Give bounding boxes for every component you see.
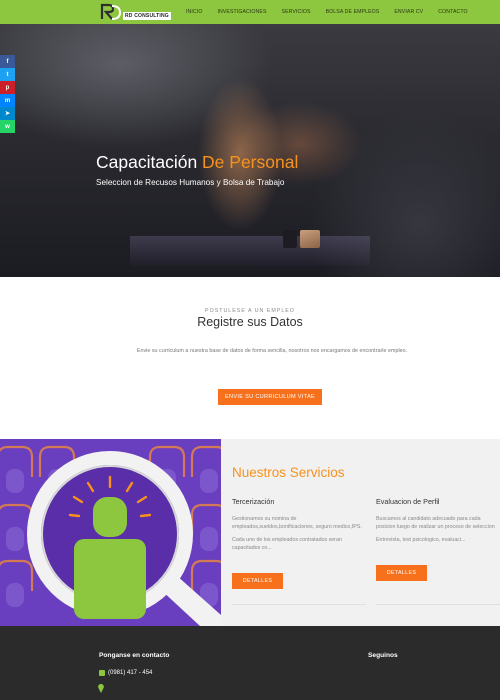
nav-item-servicios[interactable]: SERVICIOS [282,9,311,15]
social-share-bar: f t p m ➤ w [0,55,15,133]
service-text-paragraph: Buscamos al candidato adecuado para cada… [376,516,495,531]
services-title: Nuestros Servicios [232,465,345,480]
service-title: Tercerización [232,497,275,506]
hero-banner: Capacitación De Personal Seleccion de Re… [0,24,500,277]
divider [376,604,500,605]
service-details-button[interactable]: DETALLES [232,573,283,589]
footer-location [98,684,104,693]
hero-block-image [283,230,297,248]
service-text-paragraph: Cada uno de los empleados contratados se… [232,536,342,551]
register-kicker: POSTULESE A UN EMPLEO [205,308,295,314]
location-pin-icon [98,684,104,693]
facebook-icon[interactable]: f [0,55,15,68]
messenger-icon[interactable]: m [0,94,15,107]
main-nav: INICIO INVESTIGACIONES SERVICIOS BOLSA D… [186,0,483,24]
hero-subtitle: Seleccion de Recusos Humanos y Bolsa de … [96,178,285,187]
hero-cube-image [300,230,320,248]
nav-item-inicio[interactable]: INICIO [186,9,202,15]
hero-title-accent: De Personal [202,152,299,172]
services-illustration [0,439,221,626]
service-text: Buscamos al candidato adecuado para cada… [376,515,500,544]
service-text-paragraph: Gestionamos su nomina de empleados,sueld… [232,516,362,531]
nav-item-bolsa-de-empleos[interactable]: BOLSA DE EMPLEOS [326,9,380,15]
nav-item-investigaciones[interactable]: INVESTIGACIONES [217,9,266,15]
logo-text: RD CONSULTING [123,11,171,20]
service-card-tercerizacion: Tercerización Gestionamos su nomina de e… [232,497,368,556]
register-title: Registre sus Datos [197,315,303,329]
footer-contact-heading: Ponganse en contacto [99,652,170,659]
service-text-paragraph: Entrevista, test psicologico, evaluaci..… [376,536,466,543]
service-title: Evaluacion de Perfil [376,497,440,506]
pinterest-icon[interactable]: p [0,81,15,94]
twitter-icon[interactable]: t [0,68,15,81]
service-text: Gestionamos su nomina de empleados,sueld… [232,515,368,552]
service-card-evaluacion: Evaluacion de Perfil Buscamos al candida… [376,497,500,548]
logo[interactable]: RD CONSULTING [100,3,171,21]
nav-item-contacto[interactable]: CONTACTO [438,9,467,15]
logo-mark-icon [100,3,122,21]
hero-title-main: Capacitación [96,152,198,172]
top-navbar: RD CONSULTING INICIO INVESTIGACIONES SER… [0,0,500,24]
nav-item-enviar-cv[interactable]: ENVIAR CV [394,9,423,15]
footer-follow-heading: Seguinos [368,652,398,659]
footer-phone-text: (0981) 417 - 454 [108,670,153,676]
hero-background-board [130,236,370,266]
magnifier-person-icon [0,445,221,626]
whatsapp-icon[interactable]: w [0,120,15,133]
page: RD CONSULTING INICIO INVESTIGACIONES SER… [0,0,500,700]
send-cv-button[interactable]: ENVIE SU CURRICULUM VITAE [218,389,322,405]
divider [232,604,366,605]
footer-phone[interactable]: (0981) 417 - 454 [99,670,152,676]
register-text: Envie su curriculum a nuestra base de da… [136,348,408,354]
telegram-icon[interactable]: ➤ [0,107,15,120]
footer: Ponganse en contacto (0981) 417 - 454 Se… [0,626,500,700]
phone-icon [99,670,105,676]
service-details-button[interactable]: DETALLES [376,565,427,581]
hero-title: Capacitación De Personal [96,152,298,173]
